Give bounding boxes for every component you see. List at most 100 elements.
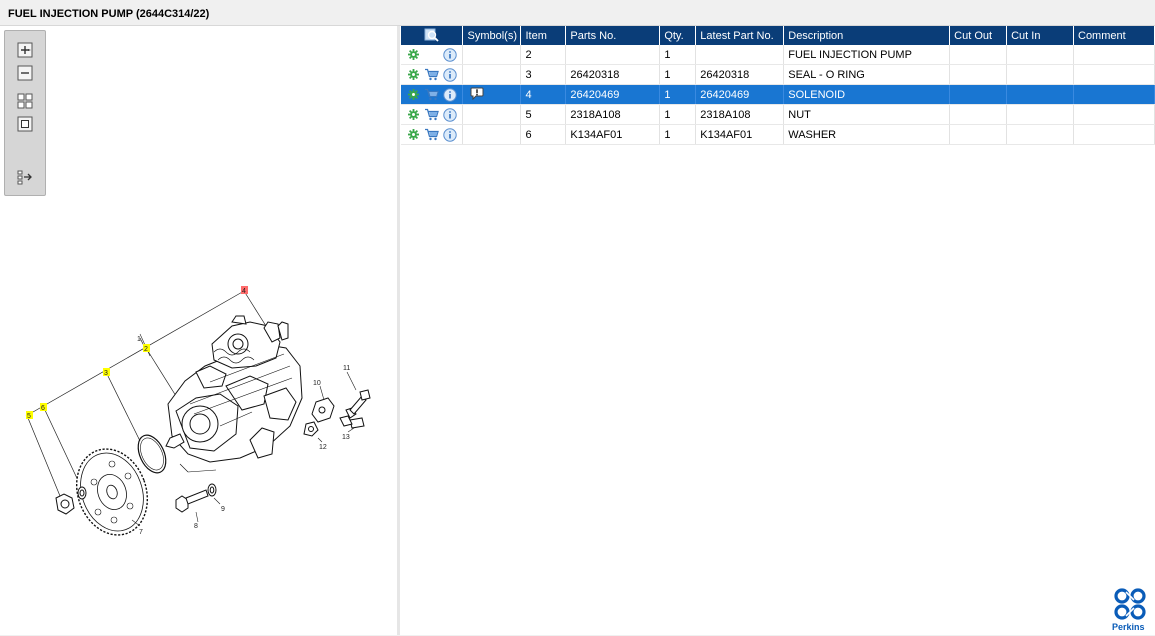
column-header-latest-part-no[interactable]: Latest Part No. <box>695 26 785 45</box>
table-row[interactable]: 4 26420469 1 26420469 SOLENOID <box>401 84 1155 105</box>
gear-icon[interactable] <box>406 127 421 142</box>
page-title: FUEL INJECTION PUMP (2644C314/22) <box>8 8 210 20</box>
info-icon[interactable] <box>442 47 457 62</box>
callout-1: 1 <box>137 336 141 343</box>
item-cell: 5 <box>520 104 567 125</box>
cart-icon[interactable] <box>424 87 439 102</box>
item-cell: 6 <box>520 124 567 145</box>
cart-icon[interactable] <box>424 107 439 122</box>
callout-12: 12 <box>319 444 327 451</box>
table-row[interactable]: 6 K134AF01 1 K134AF01 WASHER <box>401 124 1155 145</box>
table-row[interactable]: 2 1 FUEL INJECTION PUMP <box>401 45 1155 65</box>
qty-cell: 1 <box>659 104 697 125</box>
cut-out-cell <box>949 124 1008 145</box>
comment-cell <box>1073 64 1155 85</box>
symbol-cell <box>462 45 522 65</box>
description-cell: WASHER <box>783 124 951 145</box>
symbol-cell <box>462 104 522 125</box>
parts-list-pane: Symbol(s) Item Parts No. Qty. Latest Par… <box>400 26 1155 635</box>
cut-in-cell <box>1006 124 1074 145</box>
qty-cell: 1 <box>659 124 697 145</box>
comment-cell <box>1073 104 1155 125</box>
cut-in-cell <box>1006 45 1074 65</box>
table-row[interactable]: 3 26420318 1 26420318 SEAL - O RING <box>401 64 1155 85</box>
row-actions-cell <box>401 124 464 145</box>
column-header-view[interactable] <box>401 26 464 45</box>
callout-2: 2 <box>144 346 148 353</box>
cut-in-cell <box>1006 64 1074 85</box>
cut-out-cell <box>949 45 1008 65</box>
symbol-cell <box>462 64 522 85</box>
callout-7: 7 <box>139 529 143 536</box>
column-header-item[interactable]: Item <box>520 26 567 45</box>
table-header: Symbol(s) Item Parts No. Qty. Latest Par… <box>401 26 1155 45</box>
qty-cell: 1 <box>659 84 697 105</box>
gear-icon[interactable] <box>406 107 421 122</box>
export-icon[interactable] <box>16 168 34 186</box>
info-icon[interactable] <box>442 127 457 142</box>
fit-to-window-icon[interactable] <box>16 92 34 110</box>
gear-icon[interactable] <box>406 47 421 62</box>
cart-icon[interactable] <box>424 127 439 142</box>
cut-out-cell <box>949 104 1008 125</box>
magnify-icon[interactable] <box>424 28 440 43</box>
cut-out-cell <box>949 64 1008 85</box>
callout-9: 9 <box>221 506 225 513</box>
item-cell: 2 <box>520 45 567 65</box>
item-cell: 3 <box>520 64 567 85</box>
row-actions-cell <box>401 84 464 105</box>
diagram-toolbar <box>4 30 46 196</box>
callout-4: 4 <box>242 288 246 295</box>
note-icon[interactable] <box>469 86 484 101</box>
callout-13: 13 <box>342 434 350 441</box>
latest-part-no-cell: 26420469 <box>695 84 785 105</box>
description-cell: NUT <box>783 104 951 125</box>
column-header-qty[interactable]: Qty. <box>659 26 697 45</box>
row-actions-cell <box>401 45 464 65</box>
row-actions-cell <box>401 104 464 125</box>
info-icon[interactable] <box>442 107 457 122</box>
zoom-out-icon[interactable] <box>16 64 34 82</box>
gear-icon[interactable] <box>406 67 421 82</box>
parts-table: Symbol(s) Item Parts No. Qty. Latest Par… <box>401 26 1155 145</box>
row-actions-cell <box>401 64 464 85</box>
callout-6: 6 <box>41 405 45 412</box>
perkins-logo-text: Perkins <box>1112 622 1145 632</box>
diagram-pane[interactable]: 1 7 8 9 10 11 12 13 2 3 4 5 6 <box>0 26 397 635</box>
part-no-cell: 2318A108 <box>565 104 661 125</box>
column-header-description[interactable]: Description <box>783 26 951 45</box>
exploded-diagram[interactable]: 1 7 8 9 10 11 12 13 2 3 4 5 6 <box>0 26 397 635</box>
column-header-symbols[interactable]: Symbol(s) <box>462 26 522 45</box>
column-header-cut-out[interactable]: Cut Out <box>949 26 1008 45</box>
cut-in-cell <box>1006 104 1074 125</box>
description-cell: SEAL - O RING <box>783 64 951 85</box>
gear-icon[interactable] <box>406 87 421 102</box>
callout-3: 3 <box>104 370 108 377</box>
item-cell: 4 <box>520 84 567 105</box>
description-cell: SOLENOID <box>783 84 951 105</box>
callout-11: 11 <box>343 365 350 372</box>
part-no-cell: 26420318 <box>565 64 661 85</box>
callout-8: 8 <box>194 523 198 530</box>
description-cell: FUEL INJECTION PUMP <box>783 45 951 65</box>
part-no-cell: K134AF01 <box>565 124 661 145</box>
column-header-parts-no[interactable]: Parts No. <box>565 26 661 45</box>
latest-part-no-cell <box>695 45 785 65</box>
info-icon[interactable] <box>442 87 457 102</box>
zoom-in-icon[interactable] <box>16 41 34 59</box>
info-icon[interactable] <box>442 67 457 82</box>
part-no-cell: 26420469 <box>565 84 661 105</box>
actual-size-icon[interactable] <box>16 115 34 133</box>
perkins-logo: Perkins <box>1111 587 1151 633</box>
table-row[interactable]: 5 2318A108 1 2318A108 NUT <box>401 104 1155 125</box>
column-header-cut-in[interactable]: Cut In <box>1006 26 1074 45</box>
callout-5: 5 <box>27 413 31 420</box>
cart-icon[interactable] <box>424 67 439 82</box>
column-header-comment[interactable]: Comment <box>1073 26 1155 45</box>
latest-part-no-cell: 26420318 <box>695 64 785 85</box>
part-no-cell <box>565 45 661 65</box>
callout-10: 10 <box>313 380 321 387</box>
symbol-cell <box>462 124 522 145</box>
symbol-cell <box>462 84 522 105</box>
qty-cell: 1 <box>659 64 697 85</box>
